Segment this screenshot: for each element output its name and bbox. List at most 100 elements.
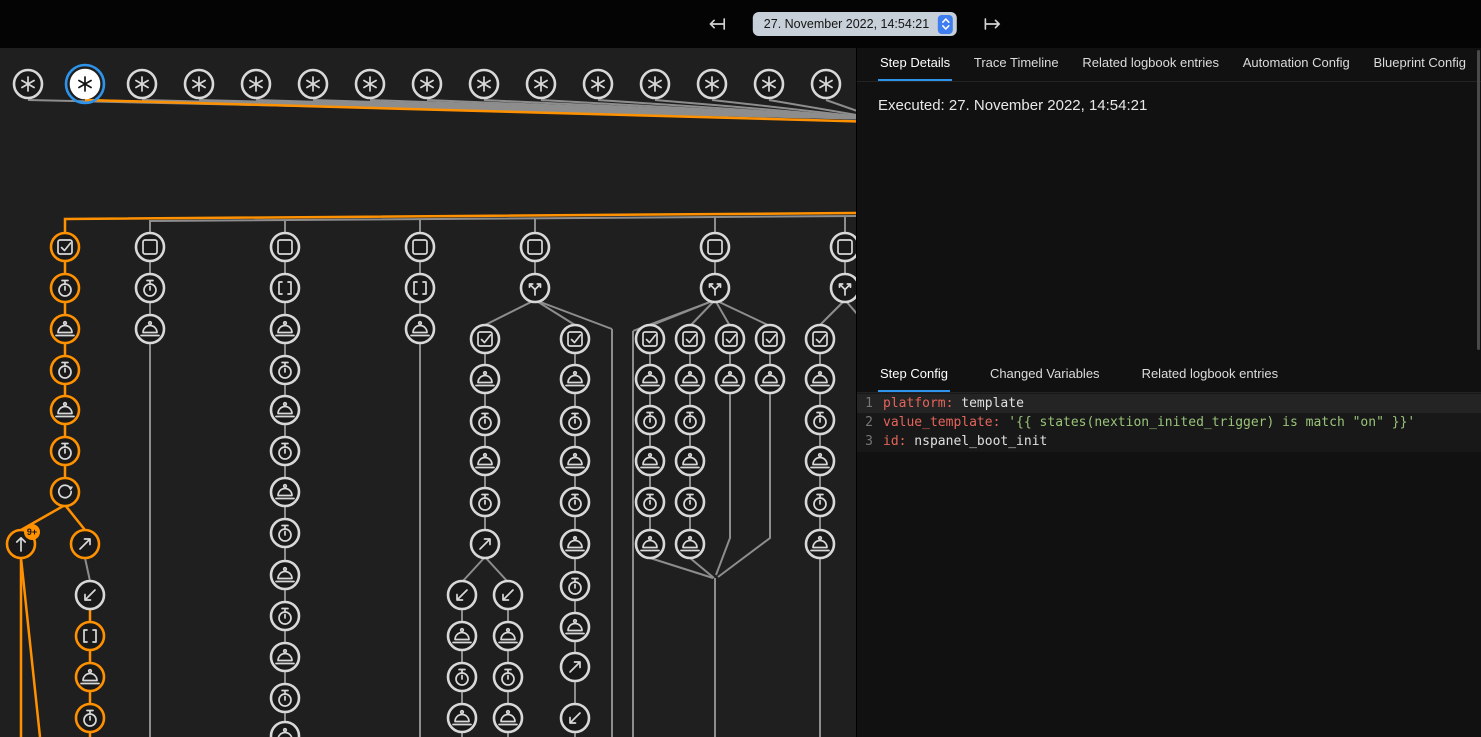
trace-node-asterisk[interactable] — [66, 65, 104, 103]
trace-node-bell[interactable] — [471, 365, 499, 393]
trace-node-timer[interactable] — [271, 602, 299, 630]
tab-changed-variables[interactable]: Changed Variables — [988, 366, 1102, 392]
trace-node-brackets[interactable] — [271, 274, 299, 302]
trace-node-timer[interactable] — [51, 356, 79, 384]
trace-node-timer[interactable] — [51, 437, 79, 465]
trace-node-bell[interactable] — [806, 530, 834, 558]
trace-node-checkbox-checked[interactable] — [561, 325, 589, 353]
trace-node-bell[interactable] — [716, 365, 744, 393]
trace-node-checkbox-blank[interactable] — [831, 233, 856, 261]
trace-node-bell[interactable] — [271, 478, 299, 506]
trace-node-asterisk[interactable] — [356, 70, 384, 98]
trace-node-arrow-up-right[interactable] — [471, 530, 499, 558]
trace-node-bell[interactable] — [76, 663, 104, 691]
trace-node-bell[interactable] — [676, 365, 704, 393]
trace-node-bell[interactable] — [471, 447, 499, 475]
trace-node-bell[interactable] — [636, 530, 664, 558]
trace-node-timer[interactable] — [636, 406, 664, 434]
trace-node-asterisk[interactable] — [584, 70, 612, 98]
trace-node-arrow-up-right[interactable] — [561, 653, 589, 681]
code-editor[interactable]: 1platform: template2value_template: '{{ … — [857, 393, 1481, 452]
trace-node-timer[interactable] — [676, 406, 704, 434]
trace-node-brackets[interactable] — [406, 274, 434, 302]
trace-node-bell[interactable] — [636, 447, 664, 475]
trace-node-bell[interactable] — [561, 447, 589, 475]
trace-node-timer[interactable] — [51, 274, 79, 302]
trace-node-arrow-down-left[interactable] — [76, 581, 104, 609]
scrollbar[interactable] — [1477, 50, 1480, 350]
trace-node-bell[interactable] — [271, 315, 299, 343]
trace-node-bell[interactable] — [636, 365, 664, 393]
trace-node-asterisk[interactable] — [527, 70, 555, 98]
trace-node-bell[interactable] — [271, 722, 299, 737]
trace-node-bell[interactable] — [271, 561, 299, 589]
trace-node-timer[interactable] — [271, 684, 299, 712]
trace-node-checkbox-checked[interactable] — [716, 325, 744, 353]
trace-node-bell[interactable] — [271, 643, 299, 671]
previous-run-button[interactable] — [705, 11, 731, 37]
trace-node-timer[interactable] — [271, 519, 299, 547]
trace-node-checkbox-checked[interactable] — [806, 325, 834, 353]
trace-node-checkbox-blank[interactable] — [701, 233, 729, 261]
trace-node-timer[interactable] — [271, 437, 299, 465]
trace-node-bell[interactable] — [51, 396, 79, 424]
trace-node-timer[interactable] — [448, 663, 476, 691]
trace-node-checkbox-checked[interactable] — [51, 233, 79, 261]
trace-node-timer[interactable] — [136, 274, 164, 302]
trace-node-timer[interactable] — [471, 488, 499, 516]
trace-node-checkbox-blank[interactable] — [136, 233, 164, 261]
trace-node-arrow-down-left[interactable] — [448, 581, 476, 609]
trace-node-timer[interactable] — [676, 488, 704, 516]
tab-related-logbook-entries[interactable]: Related logbook entries — [1140, 366, 1281, 392]
trace-node-checkbox-blank[interactable] — [271, 233, 299, 261]
tab-related-logbook-entries[interactable]: Related logbook entries — [1080, 55, 1221, 81]
trace-node-timer[interactable] — [806, 488, 834, 516]
trace-node-bell[interactable] — [561, 530, 589, 558]
trace-node-checkbox-checked[interactable] — [636, 325, 664, 353]
run-selector[interactable]: 27. November 2022, 14:54:21 — [753, 12, 957, 36]
trace-node-checkbox-checked[interactable] — [676, 325, 704, 353]
trace-node-timer[interactable] — [494, 663, 522, 691]
trace-node-checkbox-checked[interactable] — [756, 325, 784, 353]
tab-step-config[interactable]: Step Config — [878, 366, 950, 392]
trace-node-bell[interactable] — [494, 622, 522, 650]
trace-node-checkbox-checked[interactable] — [471, 325, 499, 353]
trace-node-arrow-up-right[interactable] — [71, 530, 99, 558]
trace-node-asterisk[interactable] — [812, 70, 840, 98]
trace-node-timer[interactable] — [561, 488, 589, 516]
trace-node-bell[interactable] — [448, 622, 476, 650]
trace-node-asterisk[interactable] — [185, 70, 213, 98]
trace-node-timer[interactable] — [471, 407, 499, 435]
trace-node-timer[interactable] — [561, 572, 589, 600]
trace-node-arrow-down-left[interactable] — [494, 581, 522, 609]
trace-node-bell[interactable] — [561, 613, 589, 641]
trace-node-bell[interactable] — [136, 315, 164, 343]
trace-node-brackets[interactable] — [76, 622, 104, 650]
trace-node-split[interactable] — [521, 274, 549, 302]
trace-node-asterisk[interactable] — [698, 70, 726, 98]
trace-node-timer[interactable] — [76, 704, 104, 732]
trace-node-asterisk[interactable] — [299, 70, 327, 98]
trace-node-checkbox-blank[interactable] — [406, 233, 434, 261]
trace-node-timer[interactable] — [561, 407, 589, 435]
tab-automation-config[interactable]: Automation Config — [1241, 55, 1352, 81]
trace-node-checkbox-blank[interactable] — [521, 233, 549, 261]
trace-node-split[interactable] — [831, 274, 856, 302]
trace-node-asterisk[interactable] — [413, 70, 441, 98]
trace-node-timer[interactable] — [636, 488, 664, 516]
trace-node-bell[interactable] — [448, 704, 476, 732]
trace-node-arrow-down-left[interactable] — [561, 704, 589, 732]
next-run-button[interactable] — [979, 11, 1005, 37]
trace-node-asterisk[interactable] — [755, 70, 783, 98]
trace-node-timer[interactable] — [271, 356, 299, 384]
trace-node-bell[interactable] — [561, 365, 589, 393]
tab-step-details[interactable]: Step Details — [878, 55, 952, 81]
trace-node-bell[interactable] — [676, 530, 704, 558]
trace-node-asterisk[interactable] — [14, 70, 42, 98]
trace-node-asterisk[interactable] — [242, 70, 270, 98]
trace-node-asterisk[interactable] — [641, 70, 669, 98]
trace-node-bell[interactable] — [51, 315, 79, 343]
tab-trace-timeline[interactable]: Trace Timeline — [972, 55, 1061, 81]
trace-node-bell[interactable] — [806, 365, 834, 393]
trace-node-split[interactable] — [701, 274, 729, 302]
